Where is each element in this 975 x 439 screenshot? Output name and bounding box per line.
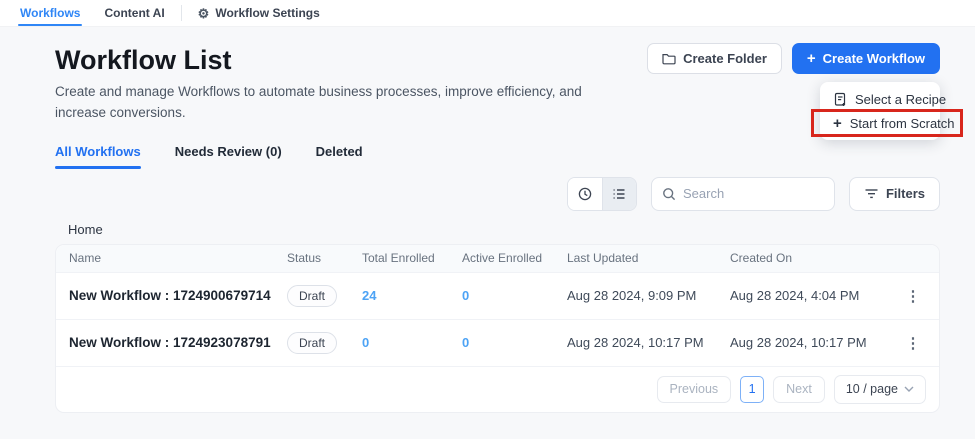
status-cell: Draft [287, 285, 362, 307]
filters-label: Filters [886, 186, 925, 201]
title-block: Workflow List Create and manage Workflow… [55, 39, 600, 124]
status-cell: Draft [287, 332, 362, 354]
list-tabs: All Workflows Needs Review (0) Deleted [55, 144, 940, 169]
create-workflow-label: Create Workflow [823, 51, 925, 66]
search-icon [662, 187, 676, 201]
recipe-icon [833, 92, 847, 107]
workflow-list-page: Workflows Content AI ⚙ Workflow Settings… [0, 0, 975, 439]
plus-icon: + [833, 116, 842, 131]
status-badge: Draft [287, 285, 337, 307]
nav-tab-label: Content AI [104, 6, 164, 20]
workflow-name-link[interactable]: New Workflow : 1724923078791 [69, 335, 287, 350]
view-mode-toggle [567, 177, 637, 211]
workflow-table: Name Status Total Enrolled Active Enroll… [55, 244, 940, 413]
list-icon [611, 186, 627, 202]
total-enrolled-link[interactable]: 0 [362, 335, 462, 350]
table-row: New Workflow : 1724923078791 Draft 0 0 A… [56, 319, 939, 366]
recent-view-button[interactable] [568, 178, 602, 210]
tab-label: Deleted [316, 144, 363, 159]
create-workflow-button[interactable]: + Create Workflow [792, 43, 940, 74]
column-header-total-enrolled: Total Enrolled [362, 251, 462, 265]
create-workflow-dropdown: Select a Recipe + Start from Scratch [820, 82, 940, 140]
table-header-row: Name Status Total Enrolled Active Enroll… [56, 245, 939, 272]
last-updated-value: Aug 28 2024, 10:17 PM [567, 335, 730, 350]
create-folder-button[interactable]: Create Folder [647, 43, 782, 74]
column-header-status: Status [287, 251, 362, 265]
filter-icon [864, 187, 879, 200]
column-header-last-updated: Last Updated [567, 251, 730, 265]
page-size-select[interactable]: 10 / page [834, 375, 926, 404]
active-enrolled-link[interactable]: 0 [462, 288, 567, 303]
table-row: New Workflow : 1724900679714 Draft 24 0 … [56, 272, 939, 319]
menu-item-select-a-recipe[interactable]: Select a Recipe [820, 87, 940, 111]
row-actions-menu-icon[interactable]: ⋮ [905, 287, 921, 305]
total-enrolled-link[interactable]: 24 [362, 288, 462, 303]
row-actions-menu-icon[interactable]: ⋮ [905, 334, 921, 352]
chevron-down-icon [904, 386, 914, 392]
active-enrolled-link[interactable]: 0 [462, 335, 567, 350]
column-header-created-on: Created On [730, 251, 905, 265]
nav-tab-label: Workflow Settings [215, 6, 319, 20]
gear-icon: ⚙ [198, 7, 210, 20]
column-header-active-enrolled: Active Enrolled [462, 251, 567, 265]
clock-icon [577, 186, 593, 202]
workflow-name-link[interactable]: New Workflow : 1724900679714 [69, 288, 287, 303]
list-toolbar: Filters [55, 177, 940, 211]
nav-tab-label: Workflows [20, 6, 80, 20]
nav-tab-workflow-settings[interactable]: ⚙ Workflow Settings [186, 0, 332, 26]
tab-deleted[interactable]: Deleted [316, 144, 363, 169]
last-updated-value: Aug 28 2024, 9:09 PM [567, 288, 730, 303]
page-description: Create and manage Workflows to automate … [55, 82, 600, 124]
nav-tab-workflows[interactable]: Workflows [8, 0, 92, 26]
menu-item-label: Select a Recipe [855, 92, 946, 107]
menu-item-label: Start from Scratch [850, 116, 955, 131]
tab-needs-review[interactable]: Needs Review (0) [175, 144, 282, 169]
column-header-name: Name [69, 251, 287, 265]
plus-icon: + [807, 51, 816, 66]
menu-item-start-from-scratch[interactable]: + Start from Scratch [820, 111, 940, 135]
page-header: Workflow List Create and manage Workflow… [55, 39, 940, 124]
status-badge: Draft [287, 332, 337, 354]
filters-button[interactable]: Filters [849, 177, 940, 211]
tab-label: Needs Review (0) [175, 144, 282, 159]
created-on-value: Aug 28 2024, 4:04 PM [730, 288, 905, 303]
pagination: Previous 1 Next 10 / page [56, 366, 939, 412]
next-page-button[interactable]: Next [773, 376, 825, 403]
header-actions: Create Folder + Create Workflow [647, 43, 940, 124]
folder-icon [662, 52, 676, 65]
nav-tab-content-ai[interactable]: Content AI [92, 0, 176, 26]
page-title: Workflow List [55, 45, 600, 76]
nav-divider [181, 5, 182, 21]
search-box [651, 177, 835, 211]
page-content: Workflow List Create and manage Workflow… [0, 27, 975, 413]
search-input[interactable] [683, 186, 824, 201]
created-on-value: Aug 28 2024, 10:17 PM [730, 335, 905, 350]
tab-label: All Workflows [55, 144, 141, 159]
list-view-button[interactable] [602, 178, 636, 210]
page-size-label: 10 / page [846, 382, 898, 396]
breadcrumb[interactable]: Home [68, 222, 940, 237]
previous-page-button[interactable]: Previous [657, 376, 732, 403]
current-page-button[interactable]: 1 [740, 376, 764, 403]
tab-all-workflows[interactable]: All Workflows [55, 144, 141, 169]
create-folder-label: Create Folder [683, 51, 767, 66]
top-nav: Workflows Content AI ⚙ Workflow Settings [0, 0, 975, 27]
